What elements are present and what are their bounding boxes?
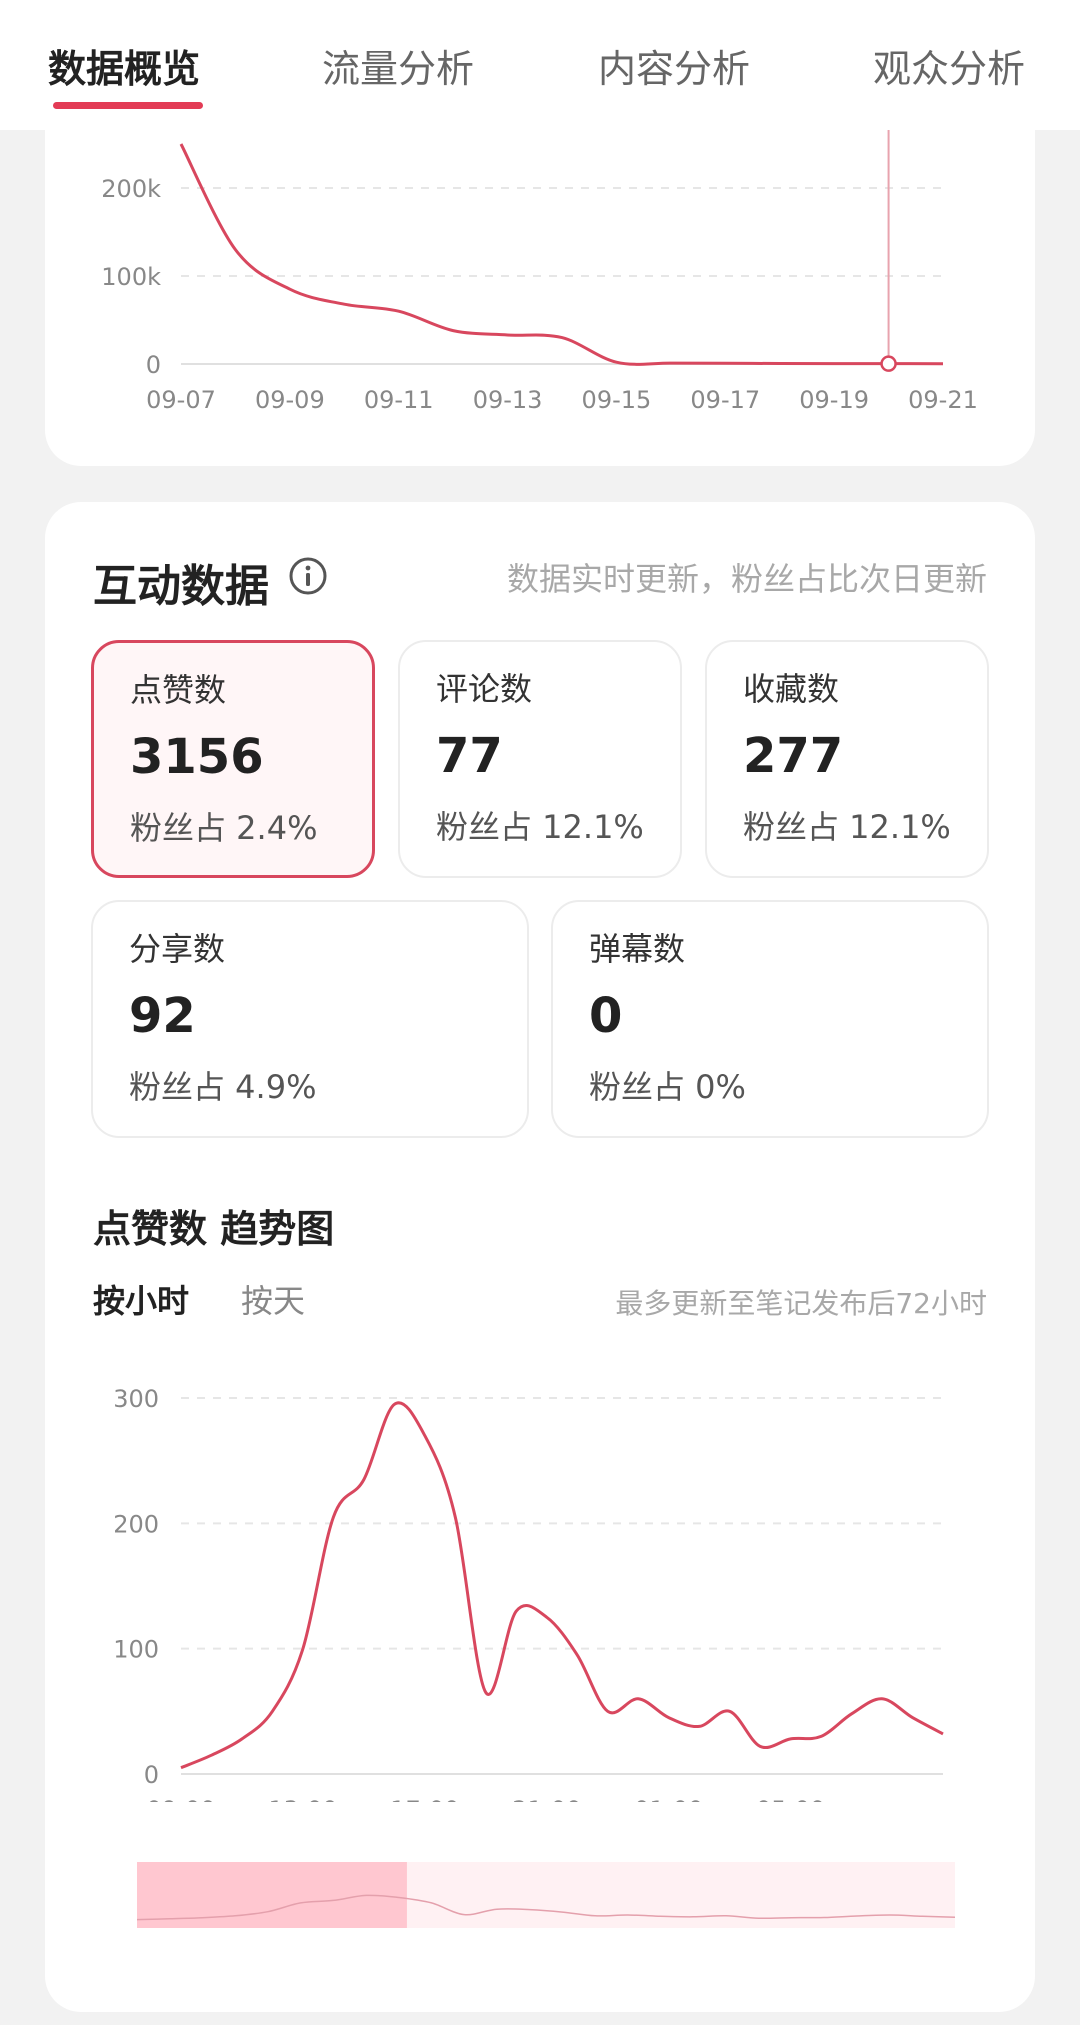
x-tick-label: 13:00 [268, 1796, 337, 1802]
chart-area: 0 100k 200k 09-07 09-09 09-11 09-13 09-15 09-17 0… [101, 130, 978, 414]
x-tick-label: 09-13 [473, 386, 543, 414]
tab-content-analysis[interactable]: 内容分析 [598, 38, 750, 93]
trend-chart-title: 点赞数 趋势图 [93, 1207, 335, 1251]
likes-series-line [180, 1401, 944, 1770]
x-tick-label: 09-17 [690, 386, 760, 414]
x-tick-label: 09:00 [146, 1796, 215, 1802]
metric-value: 77 [436, 728, 503, 784]
metric-value: 3156 [130, 729, 264, 785]
segment-by-hour[interactable]: 按小时 [93, 1276, 189, 1322]
active-tab-indicator [53, 102, 203, 109]
metric-fan-ratio: 粉丝占 2.4% [130, 809, 318, 847]
x-tick-label: 09-19 [799, 386, 869, 414]
metric-fan-ratio: 粉丝占 12.1% [743, 808, 951, 846]
y-tick-label: 300 [113, 1385, 159, 1413]
x-tick-label: 09-15 [582, 386, 652, 414]
metric-fan-ratio: 粉丝占 12.1% [436, 808, 644, 846]
x-tick-label: 17:00 [390, 1796, 459, 1802]
x-tick-label: 01:00 [634, 1796, 703, 1802]
tab-traffic-analysis[interactable]: 流量分析 [322, 38, 474, 93]
y-tick-label: 0 [144, 1761, 159, 1789]
metric-value: 277 [743, 728, 844, 784]
y-tick-label: 0 [146, 351, 161, 379]
x-tick-label: 09-09 [255, 386, 325, 414]
metric-label: 分享数 [129, 930, 226, 968]
info-icon[interactable] [288, 556, 328, 596]
x-tick-label: 09-07 [146, 386, 216, 414]
y-tick-label: 100 [113, 1636, 159, 1664]
trend-update-note: 最多更新至笔记发布后72小时 [615, 1287, 987, 1320]
metric-value: 92 [129, 988, 196, 1044]
y-tick-label: 200k [101, 175, 161, 203]
interaction-data-card: 互动数据 数据实时更新，粉丝占比次日更新 点赞数 3156 粉丝占 2.4% 评… [45, 502, 1035, 2012]
top-tab-bar: 数据概览 流量分析 内容分析 观众分析 [0, 0, 1080, 130]
metric-label: 弹幕数 [589, 930, 686, 968]
overview-series-line [179, 143, 944, 366]
x-tick-label: 09-11 [364, 386, 434, 414]
x-tick-label: 09-21 [908, 386, 978, 414]
tab-audience-analysis[interactable]: 观众分析 [873, 38, 1025, 93]
metric-value: 0 [589, 988, 623, 1044]
segment-by-day[interactable]: 按天 [241, 1276, 305, 1322]
metric-label: 点赞数 [130, 671, 227, 709]
time-range-brush[interactable] [45, 1862, 1035, 1938]
metric-label: 评论数 [436, 670, 533, 708]
y-tick-label: 100k [101, 263, 161, 291]
metric-label: 收藏数 [743, 670, 840, 708]
section-subtitle: 数据实时更新，粉丝占比次日更新 [506, 560, 987, 598]
metric-comments[interactable]: 评论数 77 粉丝占 12.1% [398, 640, 682, 878]
section-title: 互动数据 [93, 561, 269, 612]
selected-point [880, 355, 897, 372]
metric-collections[interactable]: 收藏数 277 粉丝占 12.1% [705, 640, 989, 878]
x-tick-label: 05:00 [756, 1796, 825, 1802]
metric-shares[interactable]: 分享数 92 粉丝占 4.9% [91, 900, 529, 1138]
metric-fan-ratio: 粉丝占 0% [589, 1068, 746, 1106]
y-tick-label: 200 [113, 1510, 159, 1538]
metric-fan-ratio: 粉丝占 4.9% [129, 1068, 317, 1106]
x-tick-label: 21:00 [512, 1796, 581, 1802]
metric-likes[interactable]: 点赞数 3156 粉丝占 2.4% [91, 640, 375, 878]
likes-trend-chart[interactable]: 0 100 200 300 09:00 13:00 17:00 21:00 01:00 05:00 [45, 1362, 1035, 1802]
tab-data-overview[interactable]: 数据概览 [48, 38, 200, 93]
metric-danmaku[interactable]: 弹幕数 0 粉丝占 0% [551, 900, 989, 1138]
